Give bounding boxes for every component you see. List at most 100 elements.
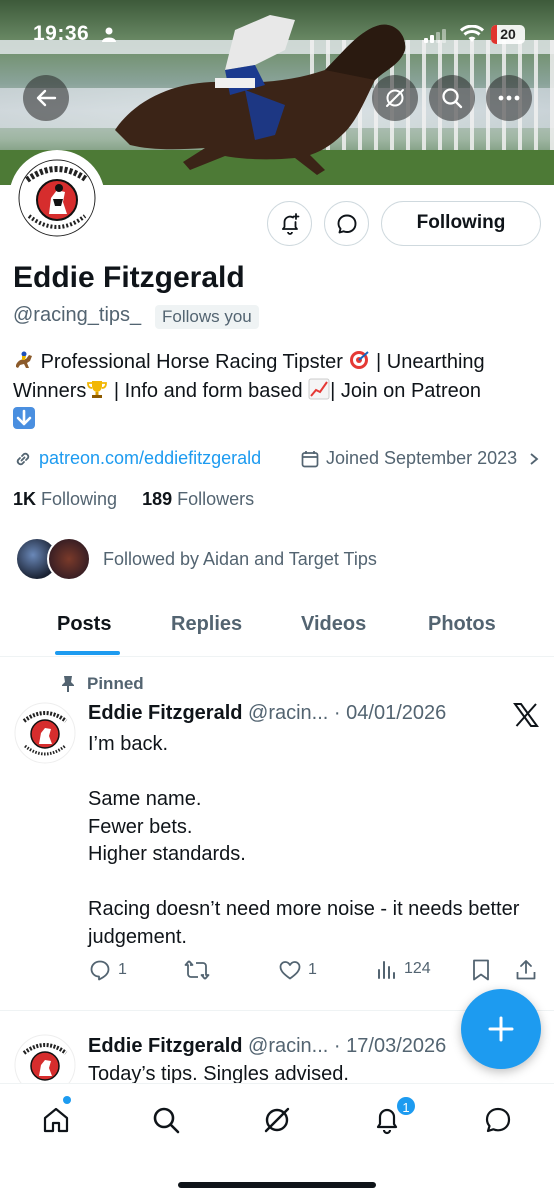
- x-logo-icon: [513, 703, 539, 727]
- followers-label: Followers: [177, 489, 255, 509]
- post-author-avatar[interactable]: [14, 702, 76, 764]
- views-count: 124: [404, 960, 431, 977]
- bio-text-1: Professional Horse Racing Tipster: [40, 351, 343, 373]
- reply-button[interactable]: 1: [88, 958, 127, 982]
- messages-icon: [485, 1107, 511, 1133]
- battery-indicator: 20: [491, 25, 525, 44]
- followers-count: 189: [142, 489, 173, 509]
- down-arrow-emoji-icon: [13, 407, 35, 429]
- post-date[interactable]: · 17/03/2026: [334, 1035, 446, 1057]
- tab-replies[interactable]: Replies: [171, 613, 242, 636]
- notifications-badge: 1: [395, 1095, 417, 1117]
- home-icon: [43, 1107, 69, 1133]
- following-label: Following: [41, 489, 118, 509]
- search-button[interactable]: [429, 75, 475, 121]
- message-button[interactable]: [324, 201, 369, 246]
- back-button[interactable]: [23, 75, 69, 121]
- pin-icon: [62, 676, 74, 692]
- reply-count: 1: [118, 961, 127, 978]
- bookmark-button[interactable]: [470, 958, 498, 982]
- horse-racing-emoji-icon: [16, 351, 32, 368]
- bio-text-2b: | Info and form based: [113, 380, 303, 402]
- repost-icon: [184, 960, 210, 980]
- nav-grok[interactable]: [257, 1100, 297, 1140]
- link-icon: [16, 452, 30, 465]
- bell-plus-icon: [281, 212, 299, 235]
- tab-videos[interactable]: Videos: [301, 613, 366, 636]
- follower-avatar-target-tips: [47, 537, 91, 581]
- post-author-handle[interactable]: @racin...: [248, 1035, 328, 1057]
- status-time: 19:36: [33, 22, 90, 45]
- active-tab-indicator: [55, 651, 120, 655]
- followers-count-link[interactable]: 189 Followers: [142, 489, 254, 509]
- bar-chart-icon: [378, 961, 395, 979]
- bio-text-1b: | Unearthing: [376, 351, 485, 373]
- following-button[interactable]: Following: [381, 201, 541, 246]
- joined-date[interactable]: Joined September 2023: [300, 448, 541, 469]
- bio-text-2a: Winners: [13, 380, 87, 402]
- chevron-right-icon: [530, 452, 539, 465]
- notifications-subscribe-button[interactable]: [267, 201, 312, 246]
- racing-info-logo: [14, 155, 100, 241]
- post-author-handle[interactable]: @racin...: [248, 702, 328, 724]
- more-options-button[interactable]: [486, 75, 532, 121]
- post-text[interactable]: I’m back. Same name. Fewer bets. Higher …: [88, 731, 528, 951]
- grok-icon: [386, 89, 404, 107]
- following-count: 1K: [13, 489, 37, 509]
- share-icon: [516, 960, 536, 980]
- following-count-link[interactable]: 1K Following: [13, 489, 117, 509]
- profile-link[interactable]: patreon.com/eddiefitzgerald: [13, 448, 261, 469]
- pinned-label: Pinned: [87, 674, 144, 693]
- profile-avatar[interactable]: [9, 150, 105, 246]
- home-indicator: [178, 1182, 376, 1188]
- bookmark-icon: [473, 959, 489, 981]
- post-header: Eddie Fitzgerald @racin... · 17/03/2026: [88, 1035, 446, 1058]
- direct-hit-emoji-icon: [350, 351, 370, 369]
- repost-button[interactable]: [184, 958, 216, 982]
- reply-icon: [90, 960, 110, 981]
- profile-tabs: Posts Replies Videos Photos: [0, 600, 554, 657]
- like-button[interactable]: 1: [278, 958, 317, 982]
- search-icon: [153, 1107, 180, 1134]
- nav-search[interactable]: [146, 1100, 186, 1140]
- profile-handle: @racing_tips_: [13, 304, 142, 326]
- post-author-name[interactable]: Eddie Fitzgerald: [88, 1035, 242, 1057]
- plus-icon: [488, 1016, 514, 1042]
- compose-post-button[interactable]: [461, 989, 541, 1069]
- trophy-emoji-icon: [87, 381, 108, 398]
- grok-icon: [264, 1107, 290, 1133]
- nav-home[interactable]: [36, 1100, 76, 1140]
- chart-increasing-emoji-icon: [308, 378, 330, 400]
- status-bar: 19:36 20: [0, 0, 554, 66]
- profile-bio: Professional Horse Racing Tipster | Unea…: [13, 348, 538, 435]
- tab-posts[interactable]: Posts: [57, 613, 111, 636]
- home-unread-dot: [63, 1096, 71, 1104]
- joined-date-text: Joined September 2023: [326, 448, 518, 468]
- nav-messages[interactable]: [478, 1100, 518, 1140]
- post-header: Eddie Fitzgerald @racin... · 04/01/2026: [88, 702, 446, 725]
- profile-link-text[interactable]: patreon.com/eddiefitzgerald: [39, 448, 261, 469]
- views-button[interactable]: 124: [376, 958, 431, 980]
- grok-button[interactable]: [372, 75, 418, 121]
- pinned-indicator: Pinned: [60, 674, 144, 694]
- post-author-name[interactable]: Eddie Fitzgerald: [88, 702, 242, 724]
- bio-text-2c: | Join on Patreon: [330, 380, 481, 402]
- share-button[interactable]: [514, 958, 544, 982]
- post-actions: 1 1 124: [0, 958, 554, 986]
- profile-name: Eddie Fitzgerald: [13, 261, 245, 294]
- calendar-icon: [301, 450, 319, 467]
- followed-by-text: Followed by Aidan and Target Tips: [103, 549, 377, 569]
- heart-icon: [279, 961, 301, 980]
- person-icon: [102, 27, 116, 42]
- follows-you-badge: Follows you: [155, 305, 259, 329]
- chat-bubble-icon: [337, 214, 356, 233]
- follow-counts: 1K Following 189 Followers: [13, 489, 254, 510]
- like-count: 1: [308, 961, 317, 978]
- ellipsis-icon: [498, 95, 520, 101]
- tab-photos[interactable]: Photos: [428, 613, 496, 636]
- cellular-signal-icon: [424, 29, 446, 43]
- search-icon: [442, 88, 463, 109]
- wifi-icon: [460, 25, 484, 42]
- post-date[interactable]: · 04/01/2026: [334, 702, 446, 724]
- arrow-left-icon: [36, 89, 57, 107]
